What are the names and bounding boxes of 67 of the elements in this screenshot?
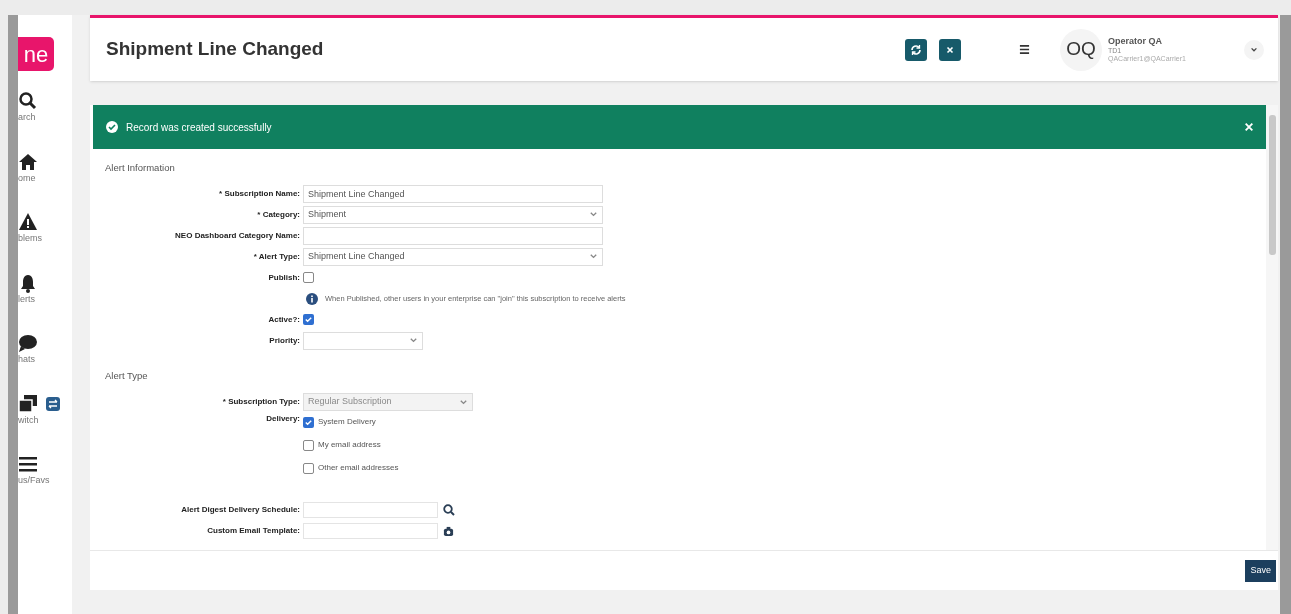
check-circle-icon (106, 121, 118, 133)
dropdown[interactable]: Shipment (303, 205, 603, 224)
checkbox[interactable] (303, 272, 314, 284)
save-button[interactable]: Save (1245, 559, 1276, 582)
info-icon (306, 292, 318, 305)
field-label: * Subscription Type: (221, 396, 301, 408)
field-label: NEO Dashboard Category Name: (174, 229, 301, 242)
sidebar-item[interactable]: hats (18, 333, 60, 367)
text-field[interactable] (303, 226, 603, 245)
lookup-field[interactable] (303, 523, 438, 539)
scrollbar[interactable] (1266, 105, 1278, 550)
avatar[interactable]: OQ (1060, 28, 1102, 71)
user-menu-button[interactable] (1244, 39, 1264, 60)
menu-icon[interactable] (1019, 44, 1030, 55)
sidebar-item[interactable]: arch (18, 91, 60, 125)
banner-message: Record was created successfully (126, 120, 272, 135)
field-label: Custom Email Template: (206, 525, 301, 537)
sidebar-item[interactable]: us/Favs (18, 454, 60, 488)
lookup-field[interactable] (303, 502, 438, 518)
camera-icon[interactable] (443, 525, 454, 537)
sidebar-label: ome (18, 171, 36, 185)
menu-icon (18, 454, 38, 474)
close-icon[interactable] (1244, 122, 1254, 132)
sidebar-item[interactable]: witch (18, 393, 60, 427)
chat-icon (18, 333, 38, 353)
text-field[interactable]: Shipment Line Changed (303, 184, 603, 203)
field-label: * Category: (256, 208, 301, 221)
chevron-down-icon (1250, 45, 1258, 54)
close-icon (945, 44, 955, 55)
sidebar-item[interactable]: lerts (18, 272, 60, 306)
field-label: * Subscription Name: (218, 187, 301, 200)
logo[interactable]: ne (18, 37, 54, 71)
refresh-icon (910, 43, 922, 56)
option-label: My email address (318, 439, 381, 451)
sidebar-label: blems (18, 232, 42, 245)
checkbox[interactable] (303, 462, 314, 474)
checkbox[interactable] (303, 314, 314, 326)
field-label: Priority: (268, 334, 301, 347)
section-title: Alert Information (105, 161, 176, 175)
field-label: Active?: (267, 313, 301, 326)
section-title: Alert Type (105, 369, 149, 384)
sidebar-label: us/Favs (18, 474, 50, 487)
search-icon[interactable] (443, 504, 455, 516)
checkbox[interactable] (303, 439, 314, 451)
page-title: Shipment Line Changed (106, 37, 324, 62)
refresh-button[interactable] (905, 38, 927, 61)
user-name: Operator QA (1108, 36, 1163, 47)
checkbox[interactable] (303, 416, 314, 428)
switch-icon (46, 396, 60, 411)
sidebar-label: hats (18, 353, 35, 366)
bell-icon (18, 272, 38, 293)
sidebar-label: arch (18, 111, 36, 124)
field-label: * Alert Type: (252, 250, 301, 263)
sidebar-item[interactable]: blems (18, 212, 60, 246)
dropdown[interactable]: Shipment Line Changed (303, 247, 603, 266)
option-label: System Delivery (318, 416, 376, 428)
search-icon (18, 91, 38, 111)
sidebar-label: witch (18, 413, 39, 427)
field-label: Alert Digest Delivery Schedule: (180, 504, 301, 516)
chevron-down-icon (459, 397, 468, 407)
sidebar-label: lerts (18, 292, 35, 306)
sidebar-item[interactable]: ome (18, 151, 60, 185)
option-label: Other email addresses (318, 462, 399, 474)
field-label: Delivery: (265, 412, 301, 425)
close-button[interactable] (939, 38, 961, 61)
home-icon (18, 151, 38, 172)
field-label: Publish: (267, 271, 301, 284)
